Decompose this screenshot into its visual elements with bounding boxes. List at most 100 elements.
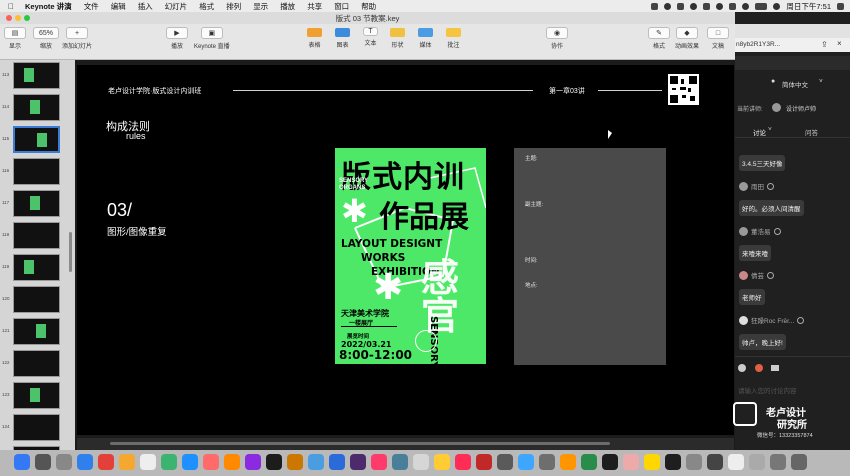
dock-app-icon[interactable] [707,454,723,470]
status-icon[interactable] [690,2,698,10]
dock-app-icon[interactable] [266,454,282,470]
exhibition-poster[interactable]: 版式内训 SENSORY ORGANS ✱ 作品展 LAYOUT DESIGNT… [335,148,486,364]
menu-play[interactable]: 播放 [280,1,295,12]
dock-app-icon[interactable] [539,454,555,470]
dock-app-icon[interactable] [518,454,534,470]
slide-thumbnail[interactable] [13,414,60,441]
navigator-scrollbar[interactable] [69,232,72,272]
dock-app-icon[interactable] [98,454,114,470]
status-icon[interactable] [716,2,724,10]
slide-thumbnail[interactable] [13,126,60,153]
animate-button[interactable]: ◆ 动画效果 [675,27,699,50]
dock-app-icon[interactable] [686,454,702,470]
dock-app-icon[interactable] [434,454,450,470]
slide-thumbnail[interactable] [13,94,60,121]
close-icon[interactable]: × [837,39,842,48]
play-button[interactable]: ▶ 播放 [166,27,188,50]
gift-icon[interactable] [755,364,763,372]
browser-address-bar[interactable]: n8yb2R1Y3R... ⇪ × [735,38,850,52]
dock-app-icon[interactable] [560,454,576,470]
chat-input[interactable]: 请输入您的讨论内容 [738,385,797,395]
share-icon[interactable]: ⇪ [821,40,828,49]
dock-app-icon[interactable] [476,454,492,470]
dock-app-icon[interactable] [182,454,198,470]
dock-app-icon[interactable] [728,454,744,470]
apple-icon[interactable]:  [8,2,14,11]
scroll-thumb[interactable] [110,442,610,445]
reply-icon[interactable] [797,316,805,324]
status-icon[interactable] [664,2,672,10]
battery-icon[interactable] [755,2,768,10]
text-button[interactable]: T 文本 [363,27,378,47]
view-button[interactable]: ▤ 显示 [4,27,26,50]
dock-app-icon[interactable] [35,454,51,470]
menu-arrange[interactable]: 排列 [226,1,241,12]
menu-help[interactable]: 帮助 [361,1,376,12]
menu-file[interactable]: 文件 [84,1,99,12]
menu-share[interactable]: 共享 [307,1,322,12]
menu-app-name[interactable]: Keynote 讲演 [25,1,72,12]
status-icon[interactable] [677,2,685,10]
status-icon[interactable] [651,2,659,10]
dock-app-icon[interactable] [224,454,240,470]
dock-app-icon[interactable] [623,454,639,470]
table-button[interactable]: 表格 [307,27,322,49]
dock-app-icon[interactable] [770,454,786,470]
folder-icon[interactable] [771,365,779,371]
dock-app-icon[interactable] [119,454,135,470]
dock-app-icon[interactable] [392,454,408,470]
slide-thumbnail[interactable] [13,286,60,313]
dock-app-icon[interactable] [14,454,30,470]
status-icon[interactable] [703,2,711,10]
dock-app-icon[interactable] [350,454,366,470]
menubar-clock[interactable]: 周日下午7:51 [786,1,831,12]
dock-app-icon[interactable] [77,454,93,470]
menu-insert[interactable]: 插入 [138,1,153,12]
dock-app-icon[interactable] [791,454,807,470]
dock-app-icon[interactable] [455,454,471,470]
chart-button[interactable]: 图表 [335,27,350,49]
menu-slide[interactable]: 幻灯片 [165,1,188,12]
dock-app-icon[interactable] [308,454,324,470]
tab-discuss[interactable]: 讨论 [753,127,766,137]
slide-thumbnail[interactable] [13,62,60,89]
reply-icon[interactable] [767,271,774,279]
dock-app-icon[interactable] [329,454,345,470]
reply-icon[interactable] [767,182,774,190]
slide-thumbnail[interactable] [13,350,60,377]
dock-app-icon[interactable] [161,454,177,470]
media-button[interactable]: 媒体 [418,27,433,49]
shape-button[interactable]: 形状 [390,27,405,49]
dock-app-icon[interactable] [665,454,681,470]
slide-thumbnail[interactable] [13,190,60,217]
slide-thumbnail[interactable] [13,158,60,185]
reply-icon[interactable] [773,227,781,235]
comment-button[interactable]: 批注 [446,27,461,49]
dock-app-icon[interactable] [140,454,156,470]
dock-app-icon[interactable] [287,454,303,470]
add-slide-button[interactable]: + 添加幻灯片 [62,27,92,50]
dock-app-icon[interactable] [644,454,660,470]
zoom-control[interactable]: 65% 缩放 [33,27,59,50]
language-selector[interactable]: ● 简体中文 ˅ [735,74,850,89]
dock-app-icon[interactable] [749,454,765,470]
keynote-live-button[interactable]: ▣ Keynote 直播 [194,27,230,50]
tab-qa[interactable]: 问答 [805,127,818,137]
info-placeholder[interactable]: 主题: 副主题: 时间: 地点: [514,148,666,365]
format-button[interactable]: ✎ 格式 [648,27,670,50]
dock-app-icon[interactable] [413,454,429,470]
collaborate-button[interactable]: ◉ 协作 [546,27,568,50]
menu-edit[interactable]: 编辑 [111,1,126,12]
dock-app-icon[interactable] [602,454,618,470]
dock-app-icon[interactable] [581,454,597,470]
dock-app-icon[interactable] [371,454,387,470]
wifi-icon[interactable] [742,2,750,10]
slide-thumbnail[interactable] [13,318,60,345]
control-center-icon[interactable] [837,2,844,10]
document-button[interactable]: □ 文稿 [707,27,729,50]
search-icon[interactable] [773,2,781,10]
dock-app-icon[interactable] [203,454,219,470]
slide-thumbnail[interactable] [13,382,60,409]
slide-thumbnail[interactable] [13,222,60,249]
status-icon[interactable] [729,2,737,10]
